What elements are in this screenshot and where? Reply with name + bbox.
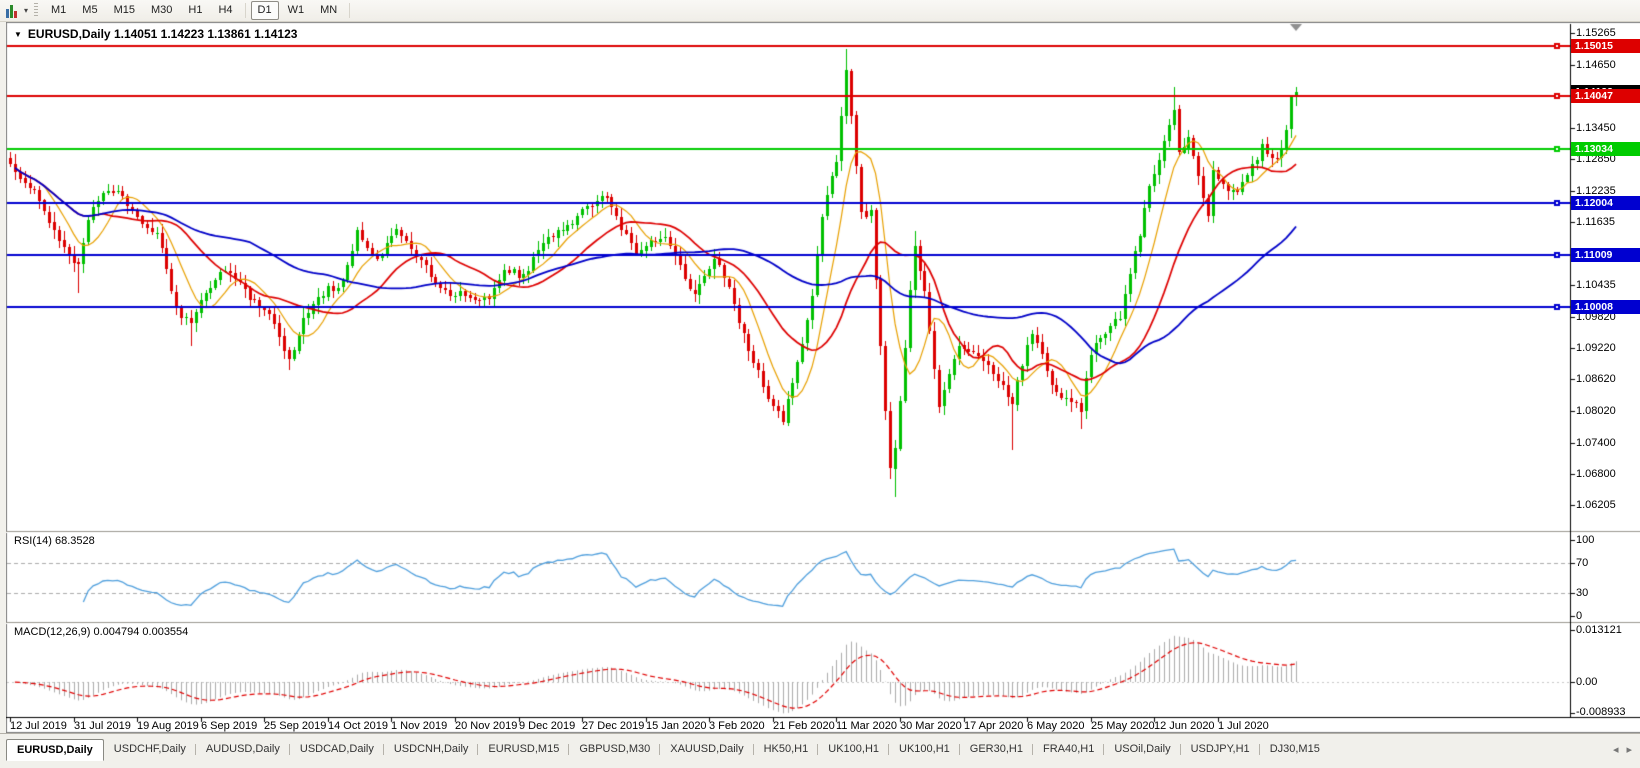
date-axis-label: 12 Jun 2020: [1154, 720, 1215, 732]
symbol-menu-icon[interactable]: ▼: [14, 30, 22, 39]
chart-tab-uk100-h1[interactable]: UK100,H1: [818, 739, 889, 759]
chart-tab-gbpusd-m30[interactable]: GBPUSD,M30: [569, 739, 661, 759]
macd-axis-label: -0.008933: [1576, 706, 1626, 718]
date-axis-label: 20 Nov 2019: [455, 720, 518, 732]
rsi-axis-label: 0: [1576, 610, 1583, 622]
chart-tab-usdcnh-daily[interactable]: USDCNH,Daily: [384, 739, 479, 759]
date-axis-label: 3 Feb 2020: [709, 720, 765, 732]
chart-title-text: EURUSD,Daily 1.14051 1.14223 1.13861 1.1…: [27, 27, 298, 41]
price-line-badge: 1.13034: [1571, 142, 1640, 157]
chart-tab-eurusd-daily[interactable]: EURUSD,Daily: [6, 739, 104, 761]
chart-window: ▼ EURUSD,Daily 1.14051 1.14223 1.13861 1.…: [6, 22, 1640, 733]
rsi-axis-label: 70: [1576, 556, 1589, 569]
macd-axis-label: 0.00: [1576, 676, 1598, 688]
price-axis-label: 1.06205: [1576, 499, 1616, 512]
chart-tab-usdjpy-h1[interactable]: USDJPY,H1: [1181, 739, 1260, 759]
rsi-axis-label: 100: [1576, 534, 1595, 546]
date-axis-label: 6 Sep 2019: [201, 720, 258, 732]
macd-indicator-label: MACD(12,26,9) 0.004794 0.003554: [14, 626, 189, 638]
date-axis-label: 21 Feb 2020: [773, 720, 835, 732]
toolbar-separator: [349, 3, 351, 18]
timeframe-button-m30[interactable]: M30: [144, 1, 179, 20]
chart-tab-usdcad-daily[interactable]: USDCAD,Daily: [290, 739, 384, 759]
chart-tab-fra40-h1[interactable]: FRA40,H1: [1033, 739, 1105, 759]
timeframe-button-mn[interactable]: MN: [313, 1, 344, 20]
chart-tab-audusd-daily[interactable]: AUDUSD,Daily: [196, 739, 290, 759]
timeframe-button-m5[interactable]: M5: [75, 1, 104, 20]
timeframe-button-h4[interactable]: H4: [211, 1, 239, 20]
price-axis-label: 1.15265: [1576, 26, 1616, 39]
dropdown-caret-icon[interactable]: ▾: [24, 6, 28, 15]
price-line-badge: 1.10008: [1571, 299, 1640, 314]
date-axis-label: 11 Mar 2020: [836, 720, 897, 732]
price-axis-label: 1.08620: [1576, 373, 1616, 386]
tab-scroll-left-icon[interactable]: ◂: [1613, 743, 1619, 756]
tab-scroll-right-icon[interactable]: ▸: [1626, 743, 1632, 756]
date-axis-label: 6 May 2020: [1027, 720, 1085, 732]
price-line-badge: 1.14047: [1571, 89, 1640, 104]
chart-tab-hk50-h1[interactable]: HK50,H1: [754, 739, 819, 759]
rsi-axis-label: 30: [1576, 587, 1589, 600]
chart-tab-xauusd-daily[interactable]: XAUUSD,Daily: [660, 739, 754, 759]
date-axis-label: 14 Oct 2019: [328, 720, 388, 732]
timeframe-button-w1[interactable]: W1: [281, 1, 312, 20]
chart-tab-bar: EURUSD,Daily USDCHF,Daily AUDUSD,Daily USDC…: [0, 733, 1640, 768]
price-line-badge: 1.15015: [1571, 39, 1640, 53]
toolbar-separator: [244, 3, 246, 18]
tab-scroll-arrows: ◂ ▸: [1613, 739, 1632, 756]
date-axis-label: 9 Dec 2019: [519, 720, 576, 732]
date-axis-label: 15 Jan 2020: [646, 720, 707, 732]
timeframe-toolbar: ▾ M1 M5 M15 M30 H1 H4 D1 W1 MN: [0, 0, 1640, 22]
price-axis-label: 1.07400: [1576, 436, 1616, 449]
timeframe-button-m15[interactable]: M15: [107, 1, 142, 20]
chart-tab-usoil-daily[interactable]: USOil,Daily: [1104, 739, 1181, 759]
price-axis-label: 1.09220: [1576, 342, 1616, 355]
price-chart-canvas[interactable]: [6, 22, 1640, 733]
timeframe-buttons: M1 M5 M15 M30 H1 H4 D1 W1 MN: [43, 1, 354, 20]
price-axis-label: 1.10435: [1576, 278, 1616, 291]
chart-type-icon[interactable]: [6, 4, 21, 18]
date-axis-label: 12 Jul 2019: [10, 720, 67, 732]
chart-tabs: EURUSD,Daily USDCHF,Daily AUDUSD,Daily USDC…: [6, 739, 1330, 761]
date-axis-label: 17 Apr 2020: [964, 720, 1024, 732]
chart-tab-dj30-m15[interactable]: DJ30,M15: [1260, 739, 1330, 759]
timeframe-button-h1[interactable]: H1: [181, 1, 209, 20]
price-axis-label: 1.06800: [1576, 468, 1616, 481]
chart-tab-uk100-h1[interactable]: UK100,H1: [889, 739, 960, 759]
price-line-badge: 1.12004: [1571, 195, 1640, 210]
date-axis-label: 27 Dec 2019: [582, 720, 645, 732]
date-axis-label: 19 Aug 2019: [137, 720, 199, 732]
rsi-indicator-label: RSI(14) 68.3528: [14, 535, 95, 547]
price-axis-label: 1.11635: [1576, 216, 1615, 229]
price-line-badge: 1.11009: [1571, 247, 1640, 262]
chart-tab-usdchf-daily[interactable]: USDCHF,Daily: [104, 739, 197, 759]
mt4-app: ▾ M1 M5 M15 M30 H1 H4 D1 W1 MN ▼ EURUSD,Daily 1.1…: [0, 0, 1640, 768]
date-axis-label: 30 Mar 2020: [900, 720, 962, 732]
date-axis-label: 1 Jul 2020: [1218, 720, 1269, 732]
toolbar-grip[interactable]: [34, 3, 39, 18]
timeframe-button-m1[interactable]: M1: [44, 1, 73, 20]
date-axis-label: 31 Jul 2019: [74, 720, 131, 732]
chart-title: ▼ EURUSD,Daily 1.14051 1.14223 1.13861 1.…: [14, 27, 297, 41]
macd-axis-label: 0.013121: [1576, 624, 1622, 636]
date-axis-label: 25 May 2020: [1091, 720, 1155, 732]
price-axis-label: 1.13450: [1576, 121, 1616, 134]
date-axis-label: 25 Sep 2019: [264, 720, 327, 732]
price-axis-label: 1.08020: [1576, 404, 1616, 417]
timeframe-button-d1[interactable]: D1: [250, 1, 279, 20]
chart-tab-eurusd-m15[interactable]: EURUSD,M15: [478, 739, 570, 759]
chart-tab-ger30-h1[interactable]: GER30,H1: [960, 739, 1034, 759]
price-axis-label: 1.14650: [1576, 59, 1616, 72]
date-axis-label: 1 Nov 2019: [391, 720, 448, 732]
